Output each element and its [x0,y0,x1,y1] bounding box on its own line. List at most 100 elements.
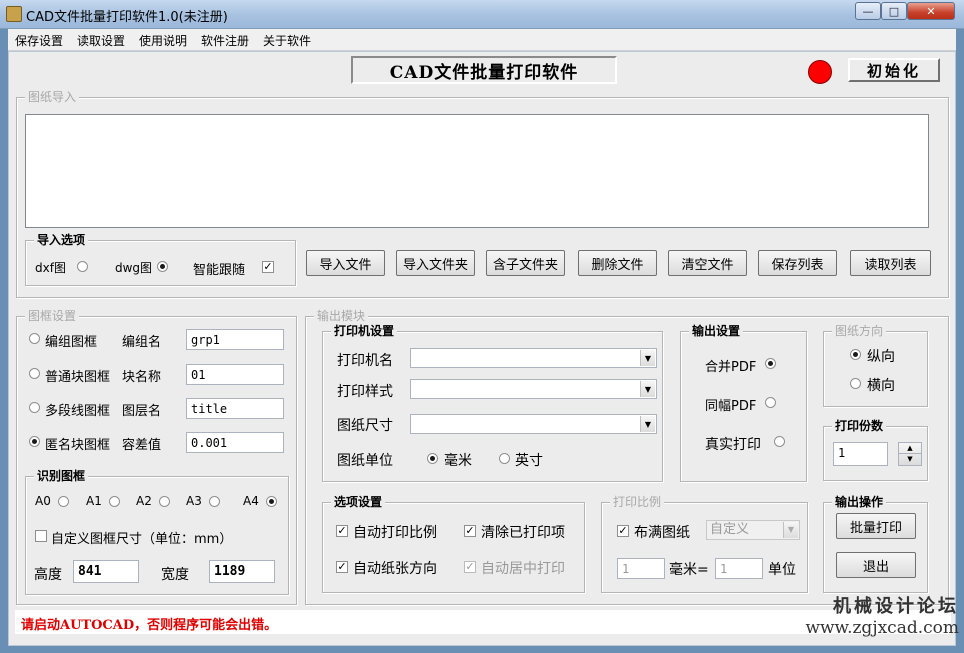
import-file-button[interactable]: 导入文件 [306,250,385,276]
size-a3-radio[interactable] [209,496,220,507]
smart-follow-checkbox[interactable]: ✓ [262,261,274,273]
chevron-down-icon: ▼ [640,350,655,366]
copies-input[interactable]: 1 [833,442,888,466]
scale-combo[interactable]: 自定义 ▼ [706,520,800,540]
clear-printed-checkbox[interactable]: ✓ [464,525,476,537]
title-bar: CAD文件批量打印软件1.0(未注册) — □ ✕ [0,0,964,29]
menu-about[interactable]: 关于软件 [263,32,311,49]
group-name-input[interactable]: grp1 [186,329,284,350]
unit-mm-radio[interactable] [427,453,438,464]
portrait-label: 纵向 [867,349,895,365]
printer-name-combo[interactable]: ▼ [410,348,657,368]
custom-size-checkbox[interactable] [35,530,47,542]
unit-inch-label: 英寸 [515,453,543,469]
layer-name-input[interactable]: title [186,398,284,419]
maximize-button[interactable]: □ [881,2,907,20]
real-print-label: 真实打印 [705,437,761,453]
unit-inch-radio[interactable] [499,453,510,464]
landscape-radio[interactable] [850,378,861,389]
dxf-radio[interactable] [77,261,88,272]
size-a2-radio[interactable] [159,496,170,507]
polyline-frame-radio[interactable] [29,402,40,413]
size-a4-radio[interactable] [266,496,277,507]
auto-scale-label: 自动打印比例 [353,525,437,541]
scale-mm-input[interactable]: 1 [617,558,665,579]
same-pdf-label: 同幅PDF [705,399,757,414]
menu-register[interactable]: 软件注册 [201,32,249,49]
menu-bar: 保存设置 读取设置 使用说明 软件注册 关于软件 [8,29,956,51]
import-folder-button[interactable]: 导入文件夹 [396,250,475,276]
group-name-label: 编组名 [122,335,162,350]
chevron-down-icon[interactable]: ▼ [899,454,921,465]
size-a0-label: A0 [35,494,51,508]
size-a0-radio[interactable] [58,496,69,507]
exit-button[interactable]: 退出 [836,552,916,578]
load-list-button[interactable]: 读取列表 [850,250,931,276]
print-style-label: 打印样式 [337,384,393,400]
menu-load-settings[interactable]: 读取设置 [77,32,125,49]
chevron-down-icon: ▼ [640,381,655,397]
import-options-title: 导入选项 [34,233,89,247]
save-list-button[interactable]: 保存列表 [758,250,837,276]
output-ops-title: 输出操作 [832,495,887,509]
size-a3-label: A3 [186,494,202,508]
paper-size-label: 图纸尺寸 [337,418,393,434]
dwg-radio[interactable] [157,261,168,272]
merge-pdf-label: 合并PDF [705,360,757,375]
init-button[interactable]: 初始化 [848,58,940,82]
fill-paper-label: 布满图纸 [634,525,690,541]
menu-save-settings[interactable]: 保存设置 [15,32,63,49]
output-group-title: 输出模块 [314,309,369,323]
copies-stepper[interactable]: ▲ ▼ [898,442,922,466]
clear-files-button[interactable]: 清空文件 [668,250,747,276]
block-frame-radio[interactable] [29,368,40,379]
scale-combo-value: 自定义 [710,522,750,537]
import-options-group: 导入选项 dxf图 dwg图 智能跟随 ✓ [25,233,296,286]
polyline-frame-label: 多段线图框 [45,404,111,419]
auto-orient-label: 自动纸张方向 [353,561,437,577]
auto-orient-checkbox[interactable]: ✓ [336,561,348,573]
height-input[interactable]: 841 [73,560,139,583]
custom-size-label: 自定义图框尺寸（单位：mm） [51,532,233,547]
mm-equals-label: 毫米= [669,562,709,578]
print-style-combo[interactable]: ▼ [410,379,657,399]
clear-printed-label: 清除已打印项 [481,525,565,541]
unit-mm-label: 毫米 [444,453,472,469]
main-client: CAD文件批量打印软件 初始化 图纸导入 导入选项 dxf图 dwg图 智能跟随… [8,51,959,646]
batch-print-button[interactable]: 批量打印 [836,513,916,539]
paper-unit-label: 图纸单位 [337,453,393,469]
print-scale-title: 打印比例 [610,495,665,509]
width-input[interactable]: 1189 [209,560,275,583]
merge-pdf-radio[interactable] [765,358,776,369]
detect-frame-group: 识别图框 A0 A1 A2 A3 A4 自定义图框尺寸（单位：mm） 高度 84… [25,469,289,595]
auto-center-checkbox[interactable]: ✓ [464,561,476,573]
app-icon [6,6,22,22]
menu-help[interactable]: 使用说明 [139,32,187,49]
scale-unit-input[interactable]: 1 [715,558,763,579]
paper-size-combo[interactable]: ▼ [410,414,657,434]
file-list[interactable] [25,114,929,228]
fill-paper-checkbox[interactable]: ✓ [617,525,629,537]
group-frame-radio[interactable] [29,333,40,344]
close-button[interactable]: ✕ [907,2,955,20]
anon-block-frame-label: 匿名块图框 [45,438,111,453]
unit-label: 单位 [768,562,796,578]
output-settings-group: 输出设置 合并PDF 同幅PDF 真实打印 [680,324,807,482]
auto-scale-checkbox[interactable]: ✓ [336,525,348,537]
tolerance-input[interactable]: 0.001 [186,432,284,453]
chevron-up-icon[interactable]: ▲ [899,443,921,454]
delete-file-button[interactable]: 删除文件 [578,250,657,276]
portrait-radio[interactable] [850,349,861,360]
layer-name-label: 图层名 [122,404,162,419]
block-name-input[interactable]: 01 [186,364,284,385]
size-a1-radio[interactable] [109,496,120,507]
orientation-group: 图纸方向 纵向 横向 [823,324,928,407]
print-scale-group: 打印比例 ✓ 布满图纸 自定义 ▼ 1 毫米= 1 单位 [601,495,808,593]
same-pdf-radio[interactable] [765,397,776,408]
real-print-radio[interactable] [774,436,785,447]
printer-settings-title: 打印机设置 [331,324,398,338]
tolerance-label: 容差值 [122,438,162,453]
include-subfolders-button[interactable]: 含子文件夹 [486,250,565,276]
minimize-button[interactable]: — [855,2,881,20]
anon-block-frame-radio[interactable] [29,436,40,447]
